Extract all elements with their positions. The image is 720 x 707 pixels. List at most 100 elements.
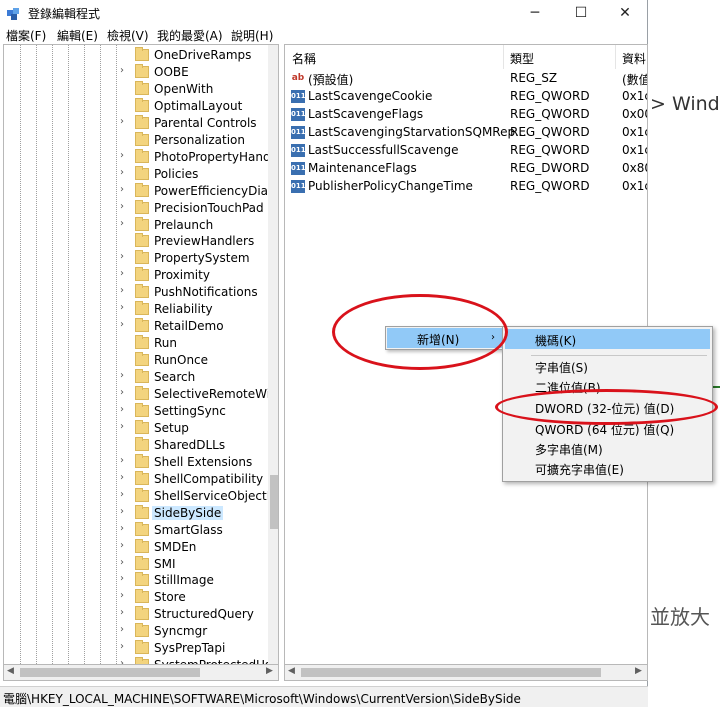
column-divider[interactable]: [503, 45, 504, 69]
tree-item[interactable]: › Setup: [4, 419, 266, 437]
list-horizontal-scrollbar[interactable]: ◀ ▶: [284, 664, 648, 681]
chevron-right-icon[interactable]: ›: [120, 285, 130, 296]
scroll-right-icon[interactable]: ▶: [266, 666, 273, 676]
chevron-right-icon[interactable]: ›: [120, 489, 130, 500]
tree-item[interactable]: › Parental Controls: [4, 114, 266, 132]
tree-item[interactable]: RunOnce: [4, 352, 266, 369]
tree-scroll-thumb[interactable]: [270, 475, 278, 529]
tree-item[interactable]: OneDriveRamps: [4, 47, 266, 64]
chevron-right-icon[interactable]: ›: [120, 302, 130, 313]
tree-item[interactable]: › OOBE: [4, 63, 266, 81]
submenu-item-string-value[interactable]: 字串值(S): [505, 356, 710, 376]
key-tree-pane[interactable]: OneDriveRamps › OOBE OpenWith OptimalLayout ›…: [3, 44, 279, 664]
tree-item[interactable]: OpenWith: [4, 80, 266, 98]
chevron-right-icon[interactable]: ›: [120, 167, 130, 178]
chevron-right-icon[interactable]: ›: [120, 641, 130, 652]
tree-item[interactable]: Personalization: [4, 131, 266, 149]
submenu-item-expandable-string-value[interactable]: 可擴充字串值(E): [505, 458, 710, 478]
value-row[interactable]: 011MaintenanceFlags REG_DWORD 0x80: [285, 160, 647, 178]
tree-item[interactable]: › SmartGlass: [4, 521, 266, 539]
tree-item[interactable]: › SMDEn: [4, 538, 266, 556]
tree-item[interactable]: › Prelaunch: [4, 216, 266, 234]
tree-item[interactable]: › Shell Extensions: [4, 453, 266, 471]
menu-view[interactable]: 檢視(V): [107, 27, 149, 44]
close-button[interactable]: ✕: [602, 0, 648, 26]
tree-item[interactable]: › Store: [4, 589, 266, 606]
chevron-right-icon[interactable]: ›: [120, 404, 130, 415]
column-divider[interactable]: [615, 45, 616, 69]
chevron-right-icon[interactable]: ›: [120, 116, 130, 127]
tree-item[interactable]: › Proximity: [4, 267, 266, 284]
tree-item[interactable]: › SelectiveRemoteWip: [4, 386, 278, 403]
tree-item[interactable]: › Syncmgr: [4, 623, 266, 640]
menu-favorites[interactable]: 我的最愛(A): [157, 27, 223, 44]
tree-item[interactable]: › ShellCompatibility: [4, 470, 266, 488]
value-row[interactable]: 011 PublisherPolicyChangeTime REG_QWORD 0x1…: [285, 178, 647, 196]
value-row[interactable]: 011LastScavengeFlags REG_QWORD 0x00: [285, 106, 647, 124]
tree-item[interactable]: › PrecisionTouchPad: [4, 199, 266, 217]
tree-item[interactable]: › PhotoPropertyHandle: [4, 148, 278, 166]
tree-item[interactable]: › ShellServiceObjectDe: [4, 487, 278, 505]
chevron-right-icon[interactable]: ›: [120, 523, 130, 534]
column-header-name[interactable]: 名稱: [292, 50, 316, 67]
column-header-type[interactable]: 類型: [510, 50, 534, 67]
chevron-right-icon[interactable]: ›: [120, 201, 130, 212]
tree-item[interactable]: › StructuredQuery: [4, 606, 266, 623]
value-row[interactable]: 011LastScavengeCookie REG_QWORD 0x1c: [285, 88, 647, 106]
column-header-data[interactable]: 資料: [622, 50, 646, 67]
tree-item[interactable]: › SysPrepTapi: [4, 640, 266, 657]
tree-vertical-scrollbar[interactable]: [268, 45, 278, 664]
tree-item[interactable]: › Reliability: [4, 301, 266, 318]
chevron-right-icon[interactable]: ›: [120, 540, 130, 551]
chevron-right-icon[interactable]: ›: [120, 387, 130, 398]
chevron-right-icon[interactable]: ›: [120, 150, 130, 161]
tree-item[interactable]: › Search: [4, 369, 266, 386]
chevron-right-icon[interactable]: ›: [120, 590, 130, 601]
tree-item[interactable]: › SMI: [4, 555, 266, 573]
tree-hscroll-thumb[interactable]: [20, 668, 200, 677]
chevron-right-icon[interactable]: ›: [120, 472, 130, 483]
scroll-left-icon[interactable]: ◀: [7, 666, 14, 676]
tree-item[interactable]: ›SystemProtectedUser: [4, 657, 278, 664]
menu-help[interactable]: 說明(H): [231, 27, 273, 44]
chevron-right-icon[interactable]: ›: [120, 251, 130, 262]
tree-item[interactable]: › StillImage: [4, 572, 266, 589]
chevron-right-icon[interactable]: ›: [120, 184, 130, 195]
tree-item[interactable]: Run: [4, 335, 266, 352]
tree-item[interactable]: SharedDLLs: [4, 436, 266, 454]
tree-item[interactable]: OptimalLayout: [4, 97, 266, 115]
menu-file[interactable]: 檔案(F): [6, 27, 46, 44]
tree-item[interactable]: › PropertySystem: [4, 250, 266, 267]
tree-item[interactable]: › PowerEfficiencyDiagr: [4, 182, 278, 200]
chevron-right-icon[interactable]: ›: [120, 573, 130, 584]
chevron-right-icon[interactable]: ›: [120, 607, 130, 618]
scroll-left-icon[interactable]: ◀: [288, 666, 295, 676]
chevron-right-icon[interactable]: ›: [120, 506, 130, 517]
chevron-right-icon[interactable]: ›: [120, 319, 130, 330]
tree-item[interactable]: › PushNotifications: [4, 284, 266, 301]
chevron-right-icon[interactable]: ›: [120, 65, 130, 76]
minimize-button[interactable]: ─: [512, 0, 558, 26]
tree-item[interactable]: › SideBySide: [4, 504, 266, 522]
list-hscroll-thumb[interactable]: [301, 668, 601, 677]
scroll-right-icon[interactable]: ▶: [635, 666, 642, 676]
value-row[interactable]: ab (預設值) REG_SZ (數值: [285, 70, 647, 88]
menu-edit[interactable]: 編輯(E): [57, 27, 98, 44]
tree-item[interactable]: PreviewHandlers: [4, 233, 266, 250]
value-row[interactable]: 011LastSuccessfullScavenge REG_QWORD 0x1c: [285, 142, 647, 160]
chevron-right-icon[interactable]: ›: [120, 421, 130, 432]
tree-item[interactable]: › SettingSync: [4, 402, 266, 420]
submenu-item-multi-string-value[interactable]: 多字串值(M): [505, 438, 710, 458]
chevron-right-icon[interactable]: ›: [120, 557, 130, 568]
chevron-right-icon[interactable]: ›: [120, 455, 130, 466]
maximize-button[interactable]: ☐: [558, 0, 604, 26]
submenu-item-key[interactable]: 機碼(K): [505, 329, 710, 349]
chevron-right-icon[interactable]: ›: [120, 370, 130, 381]
tree-item[interactable]: › Policies: [4, 165, 266, 183]
chevron-right-icon[interactable]: ›: [120, 268, 130, 279]
chevron-right-icon[interactable]: ›: [120, 624, 130, 635]
chevron-right-icon[interactable]: ›: [120, 218, 130, 229]
tree-horizontal-scrollbar[interactable]: ◀ ▶: [3, 664, 279, 681]
tree-item[interactable]: › RetailDemo: [4, 318, 266, 335]
value-row[interactable]: 011 LastScavengingStarvationSQMRep... REG_…: [285, 124, 647, 142]
